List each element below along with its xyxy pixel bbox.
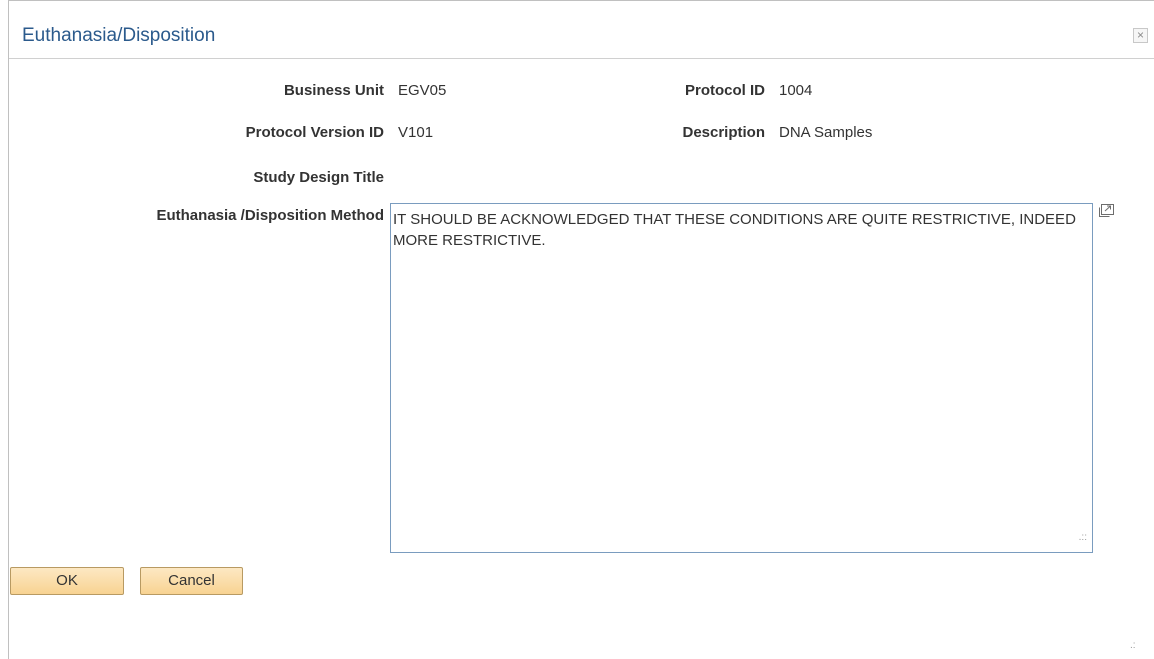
- dialog-title: Euthanasia/Disposition: [22, 25, 216, 46]
- disposition-method-textarea[interactable]: IT SHOULD BE ACKNOWLEDGED THAT THESE CON…: [390, 203, 1093, 553]
- close-button[interactable]: ×: [1133, 28, 1148, 43]
- window-resize-grip-icon[interactable]: .:: [1130, 640, 1136, 651]
- protocol-version-id-value: V101: [398, 124, 434, 141]
- cancel-button[interactable]: Cancel: [140, 567, 243, 595]
- protocol-id-label: Protocol ID: [684, 82, 765, 99]
- protocol-version-id-label: Protocol Version ID: [245, 124, 384, 141]
- description-value: DNA Samples: [779, 124, 873, 141]
- disposition-method-label: Euthanasia /Disposition Method: [156, 207, 384, 224]
- dialog-titlebar: Euthanasia/Disposition ×: [9, 1, 1154, 59]
- protocol-id-value: 1004: [779, 82, 813, 99]
- business-unit-value: EGV05: [398, 82, 447, 99]
- business-unit-label: Business Unit: [283, 82, 384, 99]
- study-design-title-label: Study Design Title: [253, 169, 384, 186]
- expand-icon[interactable]: [1098, 203, 1115, 218]
- description-label: Description: [682, 124, 765, 141]
- resize-grip-icon[interactable]: .::: [1073, 533, 1087, 545]
- euthanasia-disposition-dialog: Euthanasia/Disposition × Business Unit E…: [8, 0, 1154, 659]
- ok-button[interactable]: OK: [10, 567, 124, 595]
- close-icon: ×: [1136, 28, 1144, 42]
